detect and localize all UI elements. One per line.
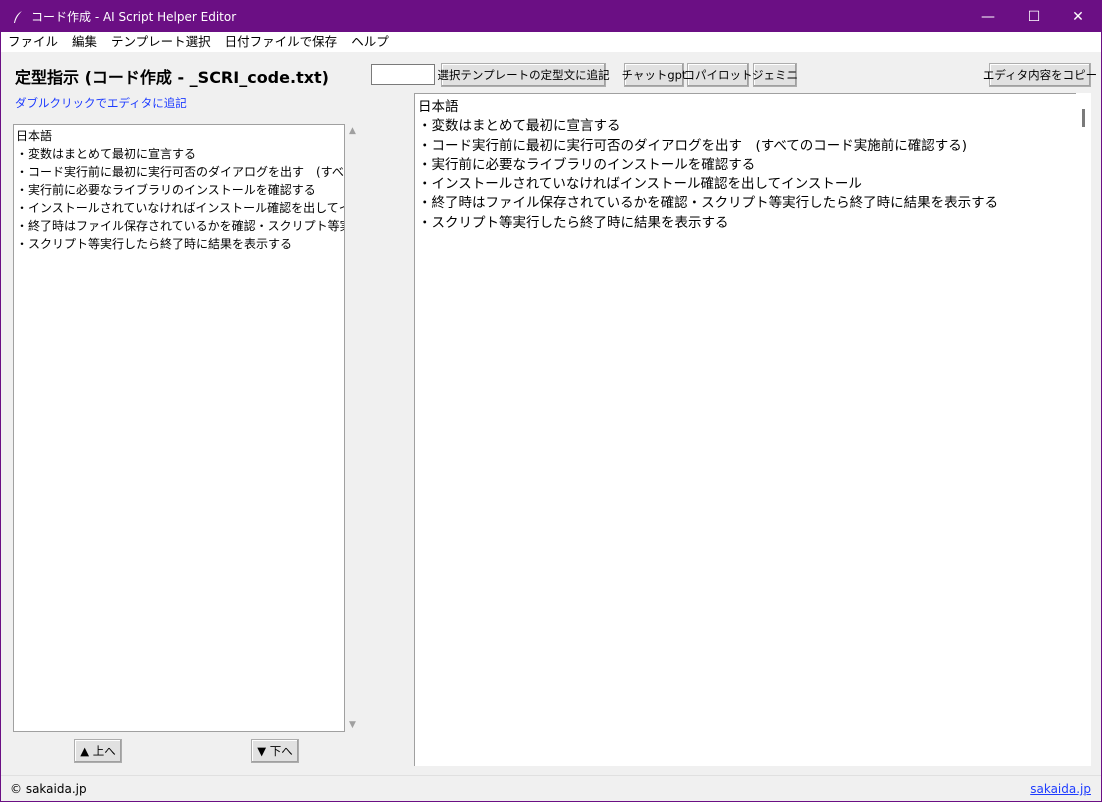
quill-icon [11,10,25,24]
list-item[interactable]: ・実行前に必要なライブラリのインストールを確認する [16,181,342,199]
list-item[interactable]: ・終了時はファイル保存されているかを確認・スクリプト等実行したら終了時に結果を表… [16,217,344,235]
menu-edit[interactable]: 編集 [65,32,104,52]
editor-line: ・変数はまとめて最初に宣言する [418,118,621,135]
editor-line: ・コード実行前に最初に実行可否のダイアログを出す (すべてのコード実施前に確認す… [418,137,968,154]
title-bar[interactable]: コード作成 - AI Script Helper Editor — ☐ ✕ [1,1,1101,32]
move-up-button[interactable]: ▲ 上へ [74,739,122,763]
template-input[interactable] [371,64,435,85]
template-title: 定型指示 (コード作成 - _SCRI_code.txt) [15,68,329,87]
maximize-button[interactable]: ☐ [1011,1,1057,32]
template-list-scrollbar[interactable]: ▲ ▼ [346,124,362,732]
copyright-text: © sakaida.jp [10,782,87,796]
scroll-thumb[interactable] [1082,109,1085,127]
editor-line: ・インストールされていなければインストール確認を出してインストール [418,176,862,193]
window-title: コード作成 - AI Script Helper Editor [31,10,237,24]
close-button[interactable]: ✕ [1055,1,1101,32]
double-click-hint: ダブルクリックでエディタに追記 [15,96,187,110]
list-item[interactable]: ・インストールされていなければインストール確認を出してインストール [16,199,344,217]
chatgpt-button[interactable]: チャットgpt [622,63,687,87]
menu-bar: ファイル 編集 テンプレート選択 日付ファイルで保存 ヘルプ [1,32,1101,52]
list-item[interactable]: 日本語 [16,127,342,145]
editor-line: 日本語 [418,99,459,115]
minimize-button[interactable]: — [965,1,1011,32]
status-bar: © sakaida.jp sakaida.jp [1,775,1101,801]
editor-line: ・実行前に必要なライブラリのインストールを確認する [418,156,756,173]
editor-textarea[interactable]: 日本語 ・変数はまとめて最初に宣言する ・コード実行前に最初に実行可否のダイアロ… [414,93,1076,766]
menu-save-dated[interactable]: 日付ファイルで保存 [218,32,345,52]
editor-line: ・スクリプト等実行したら終了時に結果を表示する [418,214,729,231]
list-item[interactable]: ・変数はまとめて最初に宣言する [16,145,342,163]
gemini-button[interactable]: ジェミニ [752,63,798,87]
scroll-down-icon[interactable]: ▼ [349,720,356,730]
template-list[interactable]: 日本語 ・変数はまとめて最初に宣言する ・コード実行前に最初に実行可否のダイアロ… [13,124,345,732]
editor-scrollbar[interactable] [1076,93,1091,766]
move-down-button[interactable]: ▼ 下へ [251,739,299,763]
append-template-button[interactable]: 選択テンプレートの定型文に追記 [437,63,610,87]
scroll-up-icon[interactable]: ▲ [349,126,356,136]
copilot-button[interactable]: コパイロット [684,63,753,87]
menu-template-select[interactable]: テンプレート選択 [104,32,218,52]
list-item[interactable]: ・コード実行前に最初に実行可否のダイアログを出す (すべてのコード実施前に確認す… [16,163,344,181]
website-link[interactable]: sakaida.jp [1030,782,1091,796]
menu-file[interactable]: ファイル [1,32,65,52]
menu-help[interactable]: ヘルプ [344,32,396,52]
editor-line: ・終了時はファイル保存されているかを確認・スクリプト等実行したら終了時に結果を表… [418,195,999,212]
copy-editor-button[interactable]: エディタ内容をコピー [983,63,1097,87]
app-window: コード作成 - AI Script Helper Editor — ☐ ✕ ファ… [0,0,1102,802]
list-item[interactable]: ・スクリプト等実行したら終了時に結果を表示する [16,235,342,253]
